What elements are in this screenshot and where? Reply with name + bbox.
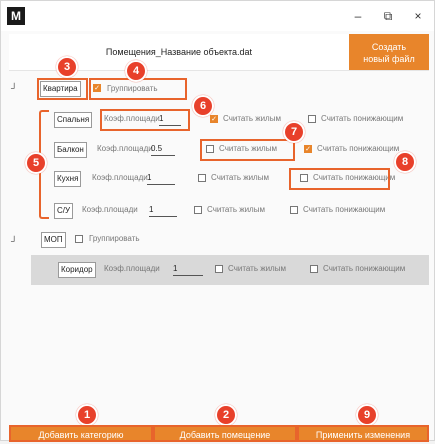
- app-window: M – ⧉ × Помещения_Название объекта.dat С…: [0, 0, 435, 442]
- room-name-spalnya[interactable]: Спальня: [54, 112, 93, 128]
- create-button-line2: новый файл: [363, 54, 415, 64]
- living-checkbox-koridor[interactable]: [215, 265, 223, 273]
- living-checkbox-spalnya[interactable]: ✓: [210, 115, 218, 123]
- living-label: Считать жилым: [228, 264, 286, 273]
- badge-9: 9: [356, 404, 378, 426]
- add-room-button[interactable]: Добавить помещение: [153, 425, 297, 442]
- app-logo-icon: M: [7, 7, 25, 25]
- living-checkbox-kuhnya[interactable]: [198, 174, 206, 182]
- collapse-toggle-icon[interactable]: ┘: [11, 236, 17, 246]
- badge-7: 7: [283, 121, 305, 143]
- coef-label: Коэф.площади: [92, 173, 148, 182]
- coef-input-kuhnya[interactable]: 1: [147, 171, 175, 185]
- highlight-coef-field: [100, 109, 190, 131]
- apply-changes-button[interactable]: Применить изменения: [297, 425, 429, 442]
- living-checkbox-su[interactable]: [194, 206, 202, 214]
- badge-2: 2: [215, 404, 237, 426]
- reducing-checkbox-spalnya[interactable]: [308, 115, 316, 123]
- room-name-balkon[interactable]: Балкон: [54, 142, 87, 158]
- badge-8: 8: [394, 151, 416, 173]
- highlight-reducing-option: [289, 168, 390, 190]
- living-label: Считать жилым: [207, 205, 265, 214]
- coef-label: Коэф.площади: [97, 144, 153, 153]
- reducing-checkbox-su[interactable]: [290, 206, 298, 214]
- title-bar: M – ⧉ ×: [1, 1, 434, 31]
- minimize-button[interactable]: –: [346, 7, 370, 25]
- coef-input-balkon[interactable]: 0.5: [151, 142, 175, 156]
- room-name-kuhnya[interactable]: Кухня: [54, 171, 82, 187]
- create-new-file-button[interactable]: Создать новый файл: [349, 34, 429, 70]
- highlight-category-name: [37, 78, 88, 100]
- badge-5: 5: [25, 152, 47, 174]
- reducing-label: Считать понижающим: [303, 205, 386, 214]
- room-name-su[interactable]: С/У: [54, 203, 74, 219]
- group-label: Группировать: [89, 234, 140, 243]
- highlight-living-option: [200, 139, 295, 161]
- group-checkbox-mop[interactable]: [75, 235, 83, 243]
- category-name-mop[interactable]: МОП: [41, 232, 66, 248]
- living-label: Считать жилым: [211, 173, 269, 182]
- reducing-label: Считать понижающим: [317, 144, 400, 153]
- maximize-button[interactable]: ⧉: [376, 7, 400, 25]
- reducing-checkbox-balkon[interactable]: ✓: [304, 145, 312, 153]
- badge-3: 3: [56, 56, 78, 78]
- coef-input-su[interactable]: 1: [149, 203, 177, 217]
- close-button[interactable]: ×: [406, 7, 430, 25]
- reducing-label: Считать понижающим: [321, 114, 404, 123]
- badge-1: 1: [76, 404, 98, 426]
- badge-6: 6: [192, 95, 214, 117]
- coef-label: Коэф.площади: [82, 205, 138, 214]
- badge-4: 4: [125, 60, 147, 82]
- reducing-checkbox-koridor[interactable]: [310, 265, 318, 273]
- create-button-line1: Создать: [371, 42, 407, 52]
- collapse-toggle-icon[interactable]: ┘: [11, 83, 17, 93]
- add-category-button[interactable]: Добавить категорию: [9, 425, 153, 442]
- room-name-koridor[interactable]: Коридор: [58, 262, 96, 278]
- reducing-label: Считать понижающим: [323, 264, 406, 273]
- living-label: Считать жилым: [223, 114, 281, 123]
- coef-label: Коэф.площади: [104, 264, 160, 273]
- coef-input-koridor[interactable]: 1: [173, 262, 203, 276]
